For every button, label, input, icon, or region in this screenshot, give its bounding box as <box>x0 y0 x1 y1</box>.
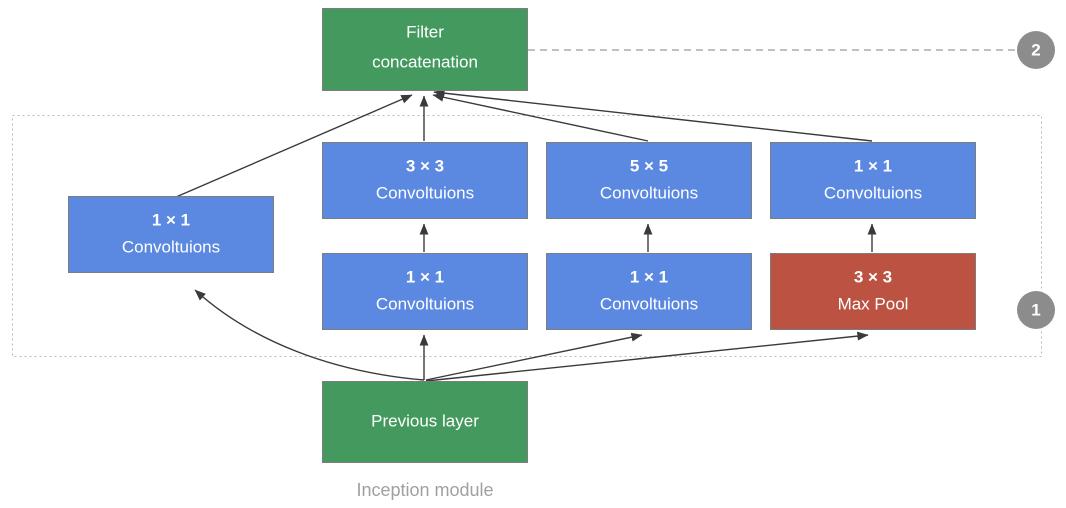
badge-two: 2 <box>1017 31 1055 69</box>
node-conv-1x1-top-right[interactable]: 1 × 1 Convoltuions <box>770 142 976 219</box>
edge-previous-to-maxpool <box>425 331 869 382</box>
conv-5x5-label-line2: Convoltuions <box>600 183 698 202</box>
badge-two-label: 2 <box>1031 40 1040 59</box>
filter-concatenation-label-line1: Filter <box>406 22 444 41</box>
conv-1x1-mid-a-label-line1: 1 × 1 <box>406 267 444 286</box>
conv-1x1-top-right-box[interactable] <box>770 142 976 219</box>
inception-module-diagram: Filter concatenation 1 × 1 Convoltuions … <box>0 0 1066 508</box>
conv-3x3-label-line1: 3 × 3 <box>406 156 444 175</box>
node-max-pool-3x3[interactable]: 3 × 3 Max Pool <box>770 253 976 330</box>
conv-1x1-top-right-label-line1: 1 × 1 <box>854 156 892 175</box>
node-conv-3x3[interactable]: 3 × 3 Convoltuions <box>322 142 528 219</box>
conv-3x3-label-line2: Convoltuions <box>376 183 474 202</box>
conv-1x1-left-label-line2: Convoltuions <box>122 237 220 256</box>
conv-1x1-mid-a-box[interactable] <box>322 253 528 330</box>
badge-one: 1 <box>1017 291 1055 329</box>
node-conv-5x5[interactable]: 5 × 5 Convoltuions <box>546 142 752 219</box>
conv-1x1-mid-b-label-line2: Convoltuions <box>600 294 698 313</box>
filter-concatenation-box[interactable] <box>322 8 528 91</box>
conv-5x5-label-line1: 5 × 5 <box>630 156 668 175</box>
node-conv-1x1-mid-b[interactable]: 1 × 1 Convoltuions <box>546 253 752 330</box>
conv-3x3-box[interactable] <box>322 142 528 219</box>
conv-1x1-mid-b-label-line1: 1 × 1 <box>630 267 668 286</box>
filter-concatenation-label-line2: concatenation <box>372 52 478 71</box>
badge-one-label: 1 <box>1031 300 1040 319</box>
max-pool-3x3-label-line1: 3 × 3 <box>854 267 892 286</box>
conv-1x1-left-label-line1: 1 × 1 <box>152 210 190 229</box>
previous-layer-label: Previous layer <box>371 411 479 430</box>
edge-conv5x5-to-filter-concat <box>432 92 649 142</box>
node-conv-1x1-mid-a[interactable]: 1 × 1 Convoltuions <box>322 253 528 330</box>
diagram-caption: Inception module <box>356 480 493 500</box>
conv-1x1-left-box[interactable] <box>68 196 274 273</box>
max-pool-3x3-box[interactable] <box>770 253 976 330</box>
conv-1x1-mid-a-label-line2: Convoltuions <box>376 294 474 313</box>
edge-previous-to-conv1x1-mid-b <box>425 332 643 381</box>
max-pool-3x3-label-line2: Max Pool <box>838 294 909 313</box>
node-filter-concatenation[interactable]: Filter concatenation <box>322 8 528 91</box>
node-previous-layer[interactable]: Previous layer <box>322 381 528 463</box>
node-conv-1x1-left[interactable]: 1 × 1 Convoltuions <box>68 196 274 273</box>
conv-5x5-box[interactable] <box>546 142 752 219</box>
conv-1x1-mid-b-box[interactable] <box>546 253 752 330</box>
conv-1x1-top-right-label-line2: Convoltuions <box>824 183 922 202</box>
edge-conv1x1-top-right-to-filter-concat <box>433 88 873 142</box>
